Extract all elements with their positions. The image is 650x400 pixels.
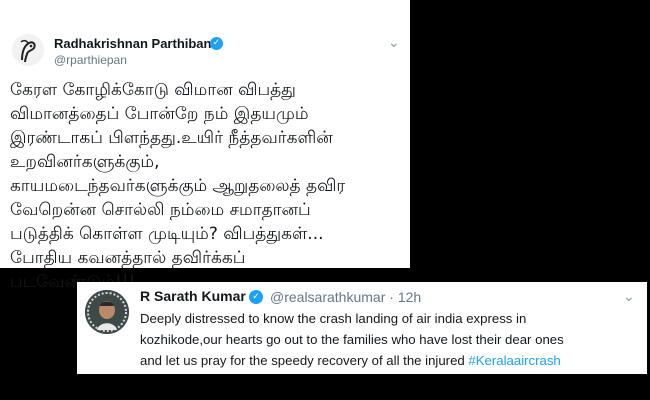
tweet-text-line: kozhikode,our hearts go out to the famil… <box>140 332 564 347</box>
tweet-text: கேரள கோழிக்கோடு விமான விபத்து விமானத்தைப… <box>10 78 405 294</box>
author-handle[interactable]: @realsarathkumar · 12h <box>270 289 421 305</box>
tweet-text-line: போதிய கவனத்தால் தவிர்க்கப் <box>10 248 246 268</box>
tweet-text-line: விமானத்தைப் போன்றே நம் இதயமும் <box>10 104 309 124</box>
avatar[interactable] <box>85 290 129 334</box>
separator: · <box>389 289 394 305</box>
tweet-card-sarath: R Sarath Kumar ✓ @realsarathkumar · 12h … <box>77 282 647 374</box>
tweet-text-line: Deeply distressed to know the crash land… <box>140 311 527 326</box>
tweet-text-line: கேரள கோழிக்கோடு விமான விபத்து <box>10 80 296 100</box>
avatar-sketch-icon <box>12 34 44 66</box>
timestamp[interactable]: 12h <box>398 289 421 305</box>
handle-text[interactable]: @realsarathkumar <box>270 289 385 305</box>
tweet-text-line: and let us pray for the speedy recovery … <box>140 350 640 371</box>
verified-badge-icon: ✓ <box>249 290 263 304</box>
verified-badge-icon: ✓ <box>210 37 223 50</box>
avatar[interactable] <box>12 34 44 66</box>
author-handle[interactable]: @rparthiepan <box>54 53 127 67</box>
tweet-text-line: வேறென்ன சொல்லி நம்மை சமாதானப் <box>10 200 311 220</box>
tweet-text-line: இரண்டாகப் பிளந்தது.உயிர் நீத்தவர்களின் <box>10 128 333 148</box>
hashtag-link[interactable]: #Keralaaircrash <box>468 353 560 368</box>
tweet-text-segment: and let us pray for the speedy recovery … <box>140 353 469 368</box>
tweet-card-parthiban: Radhakrishnan Parthiban ✓ @rparthiepan ⌄… <box>0 0 410 292</box>
tweet-text: Deeply distressed to know the crash land… <box>140 308 640 371</box>
tweet-text-line: உறவினர்களுக்கும், <box>10 152 160 172</box>
chevron-down-icon[interactable]: ⌄ <box>623 290 635 304</box>
chevron-down-icon[interactable]: ⌄ <box>388 36 400 50</box>
author-name[interactable]: R Sarath Kumar <box>140 288 246 304</box>
tweet-text-line: காயமடைந்தவர்களுக்கும் ஆறுதலைத் தவிர <box>10 176 346 196</box>
avatar-photo-icon <box>85 290 129 334</box>
tweet-text-line: படுத்திக் கொள்ள முடியும்? விபத்துகள்... <box>10 224 324 244</box>
author-name[interactable]: Radhakrishnan Parthiban <box>54 36 211 51</box>
